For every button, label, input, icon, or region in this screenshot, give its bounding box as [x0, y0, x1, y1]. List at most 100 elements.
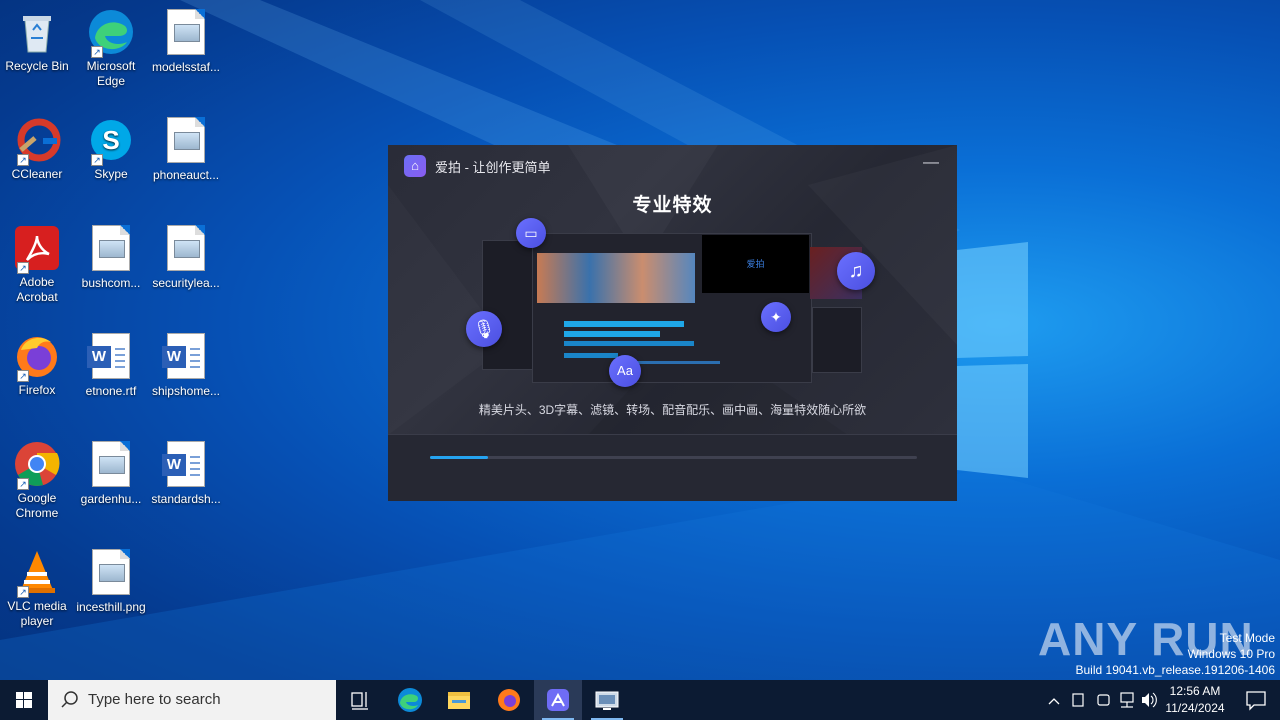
- aipai-logo-icon: ⌂: [404, 155, 426, 177]
- desktop-icon-label: etnone.rtf: [85, 384, 137, 398]
- desktop-icon-label: modelsstaf...: [151, 60, 221, 74]
- shortcut-arrow-icon: ↗: [91, 46, 103, 58]
- desktop-icon-label: VLC media player: [7, 599, 67, 628]
- clock-time: 12:56 AM: [1169, 684, 1221, 698]
- desktop-icon-phoneauct[interactable]: phoneauct...: [149, 116, 223, 183]
- desktop-icon-modelsstaf[interactable]: modelsstaf...: [149, 8, 223, 75]
- desktop-icon-etnone[interactable]: W etnone.rtf: [74, 332, 148, 399]
- windows-logo-icon: [16, 692, 32, 708]
- desktop-icon-label: incesthill.png: [76, 600, 146, 614]
- shortcut-arrow-icon: ↗: [17, 154, 29, 166]
- desktop-icon-google-chrome[interactable]: ↗ Google Chrome: [0, 440, 74, 521]
- start-button[interactable]: [0, 680, 48, 720]
- loading-progress-bar: [430, 456, 917, 459]
- picture-in-picture-icon: ▭: [516, 218, 546, 248]
- shortcut-arrow-icon: ↗: [17, 262, 29, 274]
- desktop-icon-label: standardsh...: [151, 492, 221, 506]
- desktop-icon-bushcom[interactable]: bushcom...: [74, 224, 148, 291]
- taskbar-network-app-button[interactable]: [583, 680, 631, 720]
- desktop-icon-incesthill[interactable]: incesthill.png: [74, 548, 148, 615]
- shortcut-arrow-icon: ↗: [91, 154, 103, 166]
- edge-icon: [398, 688, 422, 712]
- desktop-icon-skype[interactable]: S ↗ Skype: [74, 116, 148, 182]
- network-app-icon: [595, 691, 619, 710]
- music-note-icon: ♫: [837, 252, 875, 290]
- taskbar: Type here to search 12:56 AM 11/24/2024: [0, 680, 1280, 720]
- editor-mockup-illustration: 爱拍: [482, 233, 862, 385]
- desktop-icon-adobe-acrobat[interactable]: ↗ Adobe Acrobat: [0, 224, 74, 305]
- magic-wand-icon: ✦: [761, 302, 791, 332]
- skype-icon: S ↗: [87, 116, 135, 166]
- desktop-icon-standardsh[interactable]: W standardsh...: [149, 440, 223, 507]
- desktop-icon-label: Google Chrome: [15, 491, 59, 520]
- notification-icon: [1246, 691, 1266, 711]
- taskbar-aipai-button[interactable]: [534, 680, 582, 720]
- mock-thumbnails: [537, 253, 695, 303]
- desktop-icon-label: Adobe Acrobat: [16, 275, 58, 304]
- image-file-icon: [167, 117, 205, 163]
- taskbar-search-box[interactable]: Type here to search: [48, 680, 336, 720]
- mock-right-panel: [812, 307, 862, 373]
- mock-track-5: [632, 361, 720, 364]
- minimize-button[interactable]: —: [919, 153, 943, 177]
- mock-track-4: [564, 353, 618, 358]
- desktop-icon-label: Skype: [94, 167, 128, 181]
- file-explorer-icon: [448, 692, 470, 709]
- chrome-icon: ↗: [13, 440, 61, 490]
- text-caption-icon: Aa: [609, 355, 641, 387]
- taskbar-edge-button[interactable]: [386, 680, 434, 720]
- aipai-icon: [547, 689, 569, 711]
- search-icon: [61, 691, 78, 708]
- word-document-icon: W: [162, 441, 205, 487]
- firefox-icon: ↗: [13, 332, 61, 382]
- taskbar-firefox-button[interactable]: [485, 680, 533, 720]
- desktop-icon-microsoft-edge[interactable]: ↗ Microsoft Edge: [74, 8, 148, 89]
- desktop-icon-label: shipshome...: [151, 384, 221, 398]
- desktop-icon-ccleaner[interactable]: ↗ CCleaner: [0, 116, 74, 182]
- desktop-icon-label: securitylea...: [152, 276, 220, 290]
- system-tray: [1042, 680, 1160, 720]
- desktop-icon-gardenhu[interactable]: gardenhu...: [74, 440, 148, 507]
- taskbar-clock[interactable]: 12:56 AM 11/24/2024: [1160, 683, 1230, 717]
- image-file-icon: [92, 549, 130, 595]
- taskbar-file-explorer-button[interactable]: [435, 680, 483, 720]
- action-tablet-icon[interactable]: [1072, 693, 1084, 707]
- desktop-icon-label: phoneauct...: [152, 168, 220, 182]
- desktop-icon-securitylea[interactable]: securitylea...: [149, 224, 223, 291]
- image-file-icon: [92, 225, 130, 271]
- footer-divider: [388, 434, 957, 435]
- task-view-button[interactable]: [336, 680, 384, 720]
- image-file-icon: [167, 9, 205, 55]
- watermark-line: Test Mode: [1219, 631, 1275, 645]
- firefox-icon: [498, 689, 520, 711]
- loading-progress-fill: [430, 456, 489, 459]
- desktop-icon-label: Firefox: [18, 383, 56, 397]
- show-hidden-icons-icon[interactable]: [1048, 698, 1060, 705]
- volume-icon[interactable]: [1142, 692, 1157, 708]
- image-file-icon: [92, 441, 130, 487]
- desktop-icon-firefox[interactable]: ↗ Firefox: [0, 332, 74, 398]
- desktop-icon-vlc[interactable]: ↗ VLC media player: [0, 548, 74, 629]
- mock-preview-logo: 爱拍: [746, 259, 765, 269]
- svg-text:S: S: [102, 125, 119, 155]
- desktop-icon-label: bushcom...: [81, 276, 141, 290]
- ccleaner-icon: ↗: [13, 116, 61, 166]
- watermark-line: Windows 10 Pro: [1187, 647, 1275, 661]
- clock-date: 11/24/2024: [1165, 701, 1225, 715]
- desktop-icon-shipshome[interactable]: W shipshome...: [149, 332, 223, 399]
- window-title: 爱拍 - 让创作更简单: [435, 160, 551, 175]
- word-document-icon: W: [162, 333, 205, 379]
- shortcut-arrow-icon: ↗: [17, 586, 29, 598]
- notification-center-button[interactable]: [1232, 680, 1280, 720]
- vlc-icon: ↗: [13, 548, 61, 598]
- image-file-icon: [167, 225, 205, 271]
- shortcut-arrow-icon: ↗: [17, 478, 29, 490]
- mock-track-1: [564, 321, 684, 327]
- meet-now-icon[interactable]: [1097, 694, 1110, 706]
- desktop-icon-label: CCleaner: [11, 167, 63, 181]
- desktop-icon-label: Microsoft Edge: [86, 59, 136, 88]
- desktop-icon-recycle-bin[interactable]: Recycle Bin: [0, 8, 74, 74]
- aipai-splash-window: ⌂ 爱拍 - 让创作更简单 — 专业特效 爱拍 ▭ ♫ 🎙 ✦ Aa 精美片头、…: [388, 145, 957, 501]
- feature-headline: 专业特效: [632, 195, 713, 216]
- network-icon[interactable]: [1120, 692, 1134, 708]
